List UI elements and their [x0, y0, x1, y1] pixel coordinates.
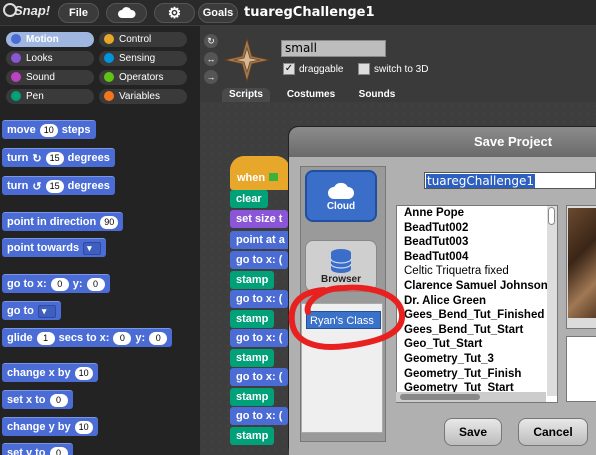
draggable-checkbox[interactable]: ✓: [283, 63, 295, 75]
list-item[interactable]: BeadTut004: [397, 250, 557, 265]
script-block[interactable]: go to x: (: [230, 407, 289, 425]
project-notes-field[interactable]: [566, 336, 596, 402]
project-title: tuaregChallenge1: [244, 5, 375, 20]
move-steps-block[interactable]: move 10 steps: [2, 120, 96, 139]
sprite-name-field[interactable]: small: [281, 40, 386, 57]
script-block[interactable]: stamp: [230, 427, 275, 445]
rotation-lr-button[interactable]: ↔: [204, 52, 218, 66]
file-menu-button[interactable]: File: [58, 3, 99, 23]
top-bar: Snap! File ⚙ Goals tuaregChallenge1: [0, 0, 596, 26]
script-block[interactable]: go to x: (: [230, 368, 289, 386]
script-block[interactable]: stamp: [230, 310, 275, 328]
go-to-block[interactable]: go to ▾: [2, 301, 61, 320]
turn-counterclockwise-block[interactable]: turn ↺ 15 degrees: [2, 176, 115, 195]
category-sound[interactable]: Sound: [6, 70, 94, 85]
script-block[interactable]: go to x: (: [230, 251, 289, 269]
go-to-xy-block[interactable]: go to x: 0 y: 0: [2, 274, 110, 293]
script-block[interactable]: stamp: [230, 349, 275, 367]
point-towards-block[interactable]: point towards ▾: [2, 238, 107, 257]
script-block[interactable]: clear: [230, 190, 268, 208]
switch-3d-label: switch to 3D: [374, 64, 429, 75]
switch-3d-checkbox[interactable]: [358, 63, 370, 75]
script-block[interactable]: stamp: [230, 388, 275, 406]
category-control[interactable]: Control: [99, 32, 187, 47]
vertical-scroll-thumb[interactable]: [548, 207, 555, 225]
draggable-label: draggable: [299, 64, 344, 75]
list-item[interactable]: Celtic Triquetra fixed: [397, 264, 557, 279]
cloud-button[interactable]: [106, 3, 147, 23]
go-to-dropdown[interactable]: ▾: [37, 304, 56, 318]
script-block[interactable]: go to x: (: [230, 290, 289, 308]
class-item-ryans-class[interactable]: Ryan's Class: [306, 311, 381, 329]
script-block[interactable]: stamp: [230, 271, 275, 289]
category-variables[interactable]: Variables: [99, 89, 187, 104]
list-item[interactable]: Clarence Samuel Johnson: [397, 279, 557, 294]
script-block[interactable]: set size t: [230, 210, 289, 228]
list-item[interactable]: Gees_Bend_Tut_Finished: [397, 308, 557, 323]
rotate-counterclockwise-icon: ↺: [32, 180, 42, 193]
point-in-direction-block[interactable]: point in direction 90: [2, 212, 124, 231]
glide-block[interactable]: glide 1 secs to x: 0 y: 0: [2, 328, 173, 347]
project-list-vertical-scrollbar[interactable]: [547, 206, 557, 396]
gear-icon: ⚙: [167, 5, 182, 22]
change-x-block[interactable]: change x by 10: [2, 363, 98, 382]
category-pen[interactable]: Pen: [6, 89, 94, 104]
snap-logo[interactable]: Snap!: [3, 3, 50, 18]
settings-button[interactable]: ⚙: [154, 3, 195, 23]
list-item[interactable]: Gees_Bend_Tut_Start: [397, 323, 557, 338]
category-looks[interactable]: Looks: [6, 51, 94, 66]
horizontal-scroll-thumb[interactable]: [400, 394, 480, 400]
turn-clockwise-block[interactable]: turn ↻ 15 degrees: [2, 148, 115, 167]
list-item[interactable]: BeadTut003: [397, 235, 557, 250]
category-operators[interactable]: Operators: [99, 70, 187, 85]
when-flag-clicked-hat-block[interactable]: when: [230, 156, 290, 190]
cancel-button[interactable]: Cancel: [518, 418, 588, 446]
save-button[interactable]: Save: [444, 418, 502, 446]
goals-button[interactable]: Goals: [198, 3, 238, 23]
category-selector: Motion Control Looks Sensing Sound Opera…: [0, 26, 200, 110]
browser-source-button[interactable]: Browser: [305, 240, 377, 292]
tab-scripts[interactable]: Scripts: [222, 88, 270, 102]
tab-sounds[interactable]: Sounds: [350, 88, 404, 102]
rotate-clockwise-icon: ↻: [32, 152, 42, 165]
category-motion[interactable]: Motion: [6, 32, 94, 47]
script-block[interactable]: point at a: [230, 231, 291, 249]
list-item[interactable]: Geometry_Tut_Finish: [397, 367, 557, 382]
project-name-input[interactable]: tuaregChallenge1: [424, 172, 596, 189]
list-item[interactable]: Geometry_Tut_3: [397, 352, 557, 367]
sprite-thumbnail: [223, 36, 271, 84]
category-sensing[interactable]: Sensing: [99, 51, 187, 66]
project-thumbnail-image: [568, 208, 596, 318]
cloud-icon: [117, 7, 136, 18]
green-flag-icon: [269, 173, 279, 181]
cloud-source-button[interactable]: Cloud: [305, 170, 377, 222]
project-list[interactable]: Anne Pope BeadTut002 BeadTut003 BeadTut0…: [396, 205, 558, 403]
dialog-title: Save Project: [474, 134, 553, 149]
list-item[interactable]: Geo_Tut_Start: [397, 337, 557, 352]
tab-costumes[interactable]: Costumes: [280, 88, 342, 102]
list-item[interactable]: Anne Pope: [397, 206, 557, 221]
set-x-block[interactable]: set x to 0: [2, 390, 73, 409]
database-icon: [330, 248, 352, 273]
rotation-none-button[interactable]: →: [204, 70, 218, 84]
list-item[interactable]: Dr. Alice Green: [397, 294, 557, 309]
cloud-icon: [328, 182, 354, 199]
script-block[interactable]: go to x: (: [230, 329, 289, 347]
change-y-block[interactable]: change y by 10: [2, 417, 98, 436]
list-item[interactable]: BeadTut002: [397, 221, 557, 236]
set-y-block[interactable]: set y to 0: [2, 443, 73, 455]
point-towards-dropdown[interactable]: ▾: [83, 241, 102, 255]
rotation-style-button[interactable]: ↻: [204, 34, 218, 48]
